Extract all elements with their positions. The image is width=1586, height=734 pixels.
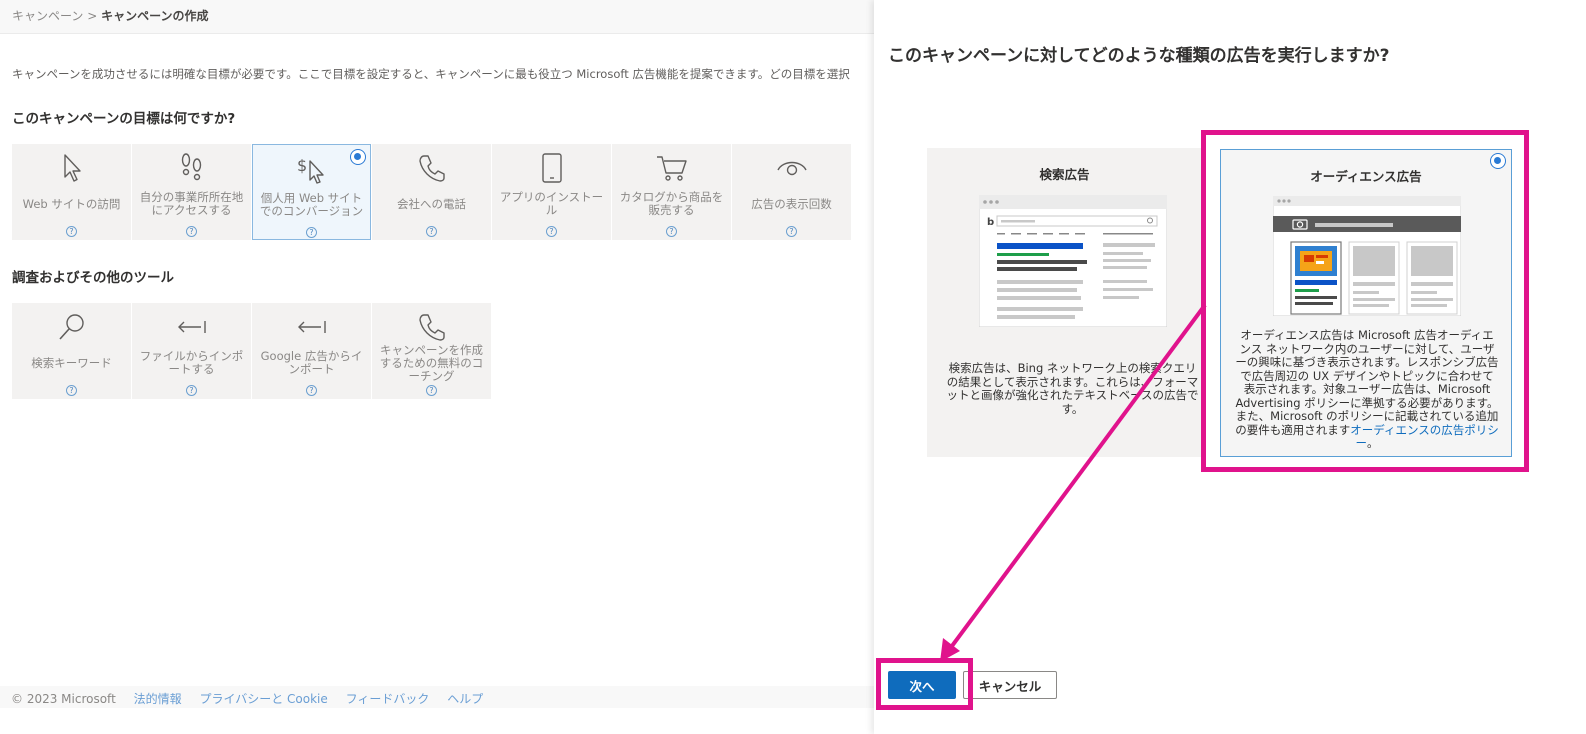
search-ad-illustration: b [979, 195, 1167, 327]
audience-ads-title: オーディエンス広告 [1310, 169, 1422, 184]
goal-label: アプリのインストール [499, 190, 604, 217]
phone-icon [416, 309, 448, 345]
svg-text:$: $ [297, 156, 307, 175]
help-icon[interactable]: ? [306, 385, 317, 396]
goal-label: Web サイトの訪問 [22, 196, 121, 211]
footer-link-feedback[interactable]: フィードバック [346, 692, 430, 706]
breadcrumb-separator: > [87, 9, 98, 23]
search-ads-card[interactable]: 検索広告 b 検索広告は、Bing ネットワーク上の検索クエリの結果として表示さ… [927, 148, 1202, 457]
tool-tile-keywords[interactable]: 検索キーワード ? [12, 303, 131, 399]
tool-tile-import-google[interactable]: Google 広告からインポート ? [252, 303, 371, 399]
import-arrow-icon [295, 309, 329, 345]
tool-label: Google 広告からインポート [260, 349, 363, 376]
audience-ads-description-end: 。 [1366, 436, 1379, 450]
footer-link-help[interactable]: ヘルプ [447, 692, 483, 706]
help-icon[interactable]: ? [66, 226, 77, 237]
goal-label: 広告の表示回数 [751, 196, 832, 211]
goal-tile-app-installs[interactable]: アプリのインストール ? [492, 144, 611, 240]
audience-ad-illustration [1273, 196, 1461, 316]
goal-tile-phone-calls[interactable]: 会社への電話 ? [372, 144, 491, 240]
goal-tile-impressions[interactable]: 広告の表示回数 ? [732, 144, 851, 240]
tool-label: 検索キーワード [31, 355, 112, 370]
eye-icon [775, 150, 809, 186]
footer-link-legal[interactable]: 法的情報 [134, 692, 182, 706]
tools-tile-row: 検索キーワード ? ファイルからインポートする ? Google 広告からインポ… [12, 303, 491, 399]
phone-icon [416, 150, 448, 186]
goal-label: 個人用 Web サイトでのコンバージョン [259, 191, 364, 218]
search-icon [56, 309, 88, 345]
goal-label: 会社への電話 [397, 196, 466, 211]
help-icon[interactable]: ? [426, 226, 437, 237]
cart-icon [655, 150, 689, 186]
help-icon[interactable]: ? [186, 226, 197, 237]
svg-text:b: b [987, 217, 994, 228]
import-arrow-icon [175, 309, 209, 345]
help-icon[interactable]: ? [186, 385, 197, 396]
next-button[interactable]: 次へ [888, 671, 956, 699]
tool-tile-import-file[interactable]: ファイルからインポートする ? [132, 303, 251, 399]
goal-tile-website-visits[interactable]: Web サイトの訪問 ? [12, 144, 131, 240]
panel-title: このキャンペーンに対してどのような種類の広告を実行しますか? [888, 46, 1390, 66]
goals-section-title: このキャンペーンの目標は何ですか? [12, 111, 236, 127]
intro-text: キャンペーンを成功させるには明確な目標が必要です。ここで目標を設定すると、キャン… [12, 67, 850, 81]
goal-tile-sell-catalog[interactable]: カタログから商品を販売する ? [612, 144, 731, 240]
goal-tile-conversions[interactable]: $ 個人用 Web サイトでのコンバージョン ? [252, 144, 371, 240]
footer: © 2023 Microsoft 法的情報 プライバシーと Cookie フィー… [0, 686, 888, 708]
tool-label: キャンペーンを作成するための無料のコーチング [379, 342, 484, 383]
tools-section-title: 調査およびその他のツール [12, 270, 174, 286]
tool-tile-coaching[interactable]: キャンペーンを作成するための無料のコーチング ? [372, 303, 491, 399]
help-icon[interactable]: ? [66, 385, 77, 396]
footer-link-privacy[interactable]: プライバシーと Cookie [199, 692, 327, 706]
search-ads-title: 検索広告 [1039, 167, 1090, 182]
cancel-button[interactable]: キャンセル [963, 671, 1057, 699]
breadcrumb-root[interactable]: キャンペーン [12, 9, 83, 23]
breadcrumb: キャンペーン > キャンペーンの作成 [0, 0, 888, 34]
help-icon[interactable]: ? [786, 226, 797, 237]
tool-label: ファイルからインポートする [139, 349, 244, 376]
selected-radio[interactable] [350, 149, 366, 165]
goal-label: 自分の事業所所在地にアクセスする [139, 190, 244, 217]
campaign-page: キャンペーン > キャンペーンの作成 キャンペーンを成功させるには明確な目標が必… [0, 0, 888, 734]
goal-tile-visit-location[interactable]: 自分の事業所所在地にアクセスする ? [132, 144, 251, 240]
search-ads-description: 検索広告は、Bing ネットワーク上の検索クエリの結果として表示されます。これら… [946, 361, 1199, 416]
breadcrumb-current: キャンペーンの作成 [101, 9, 209, 23]
audience-ads-description: オーディエンス広告は Microsoft 広告オーディエンス ネットワーク内のユ… [1235, 328, 1499, 451]
ad-type-panel: このキャンペーンに対してどのような種類の広告を実行しますか? 検索広告 b 検索… [874, 0, 1586, 734]
footsteps-icon [178, 150, 206, 186]
help-icon[interactable]: ? [546, 226, 557, 237]
help-icon[interactable]: ? [666, 226, 677, 237]
dollar-cursor-icon: $ [295, 151, 329, 187]
goal-label: カタログから商品を販売する [619, 190, 724, 217]
mobile-icon [540, 150, 564, 186]
cursor-icon [58, 150, 86, 186]
copyright: © 2023 Microsoft [11, 692, 116, 706]
help-icon[interactable]: ? [306, 227, 317, 238]
audience-ads-card[interactable]: オーディエンス広告 オーディエンス広告は Microsoft 広告オーディエンス… [1220, 149, 1512, 457]
audience-ads-description-text: オーディエンス広告は Microsoft 広告オーディエンス ネットワーク内のユ… [1235, 328, 1499, 437]
goals-tile-row: Web サイトの訪問 ? 自分の事業所所在地にアクセスする ? $ 個人用 We… [12, 144, 851, 240]
help-icon[interactable]: ? [426, 385, 437, 396]
